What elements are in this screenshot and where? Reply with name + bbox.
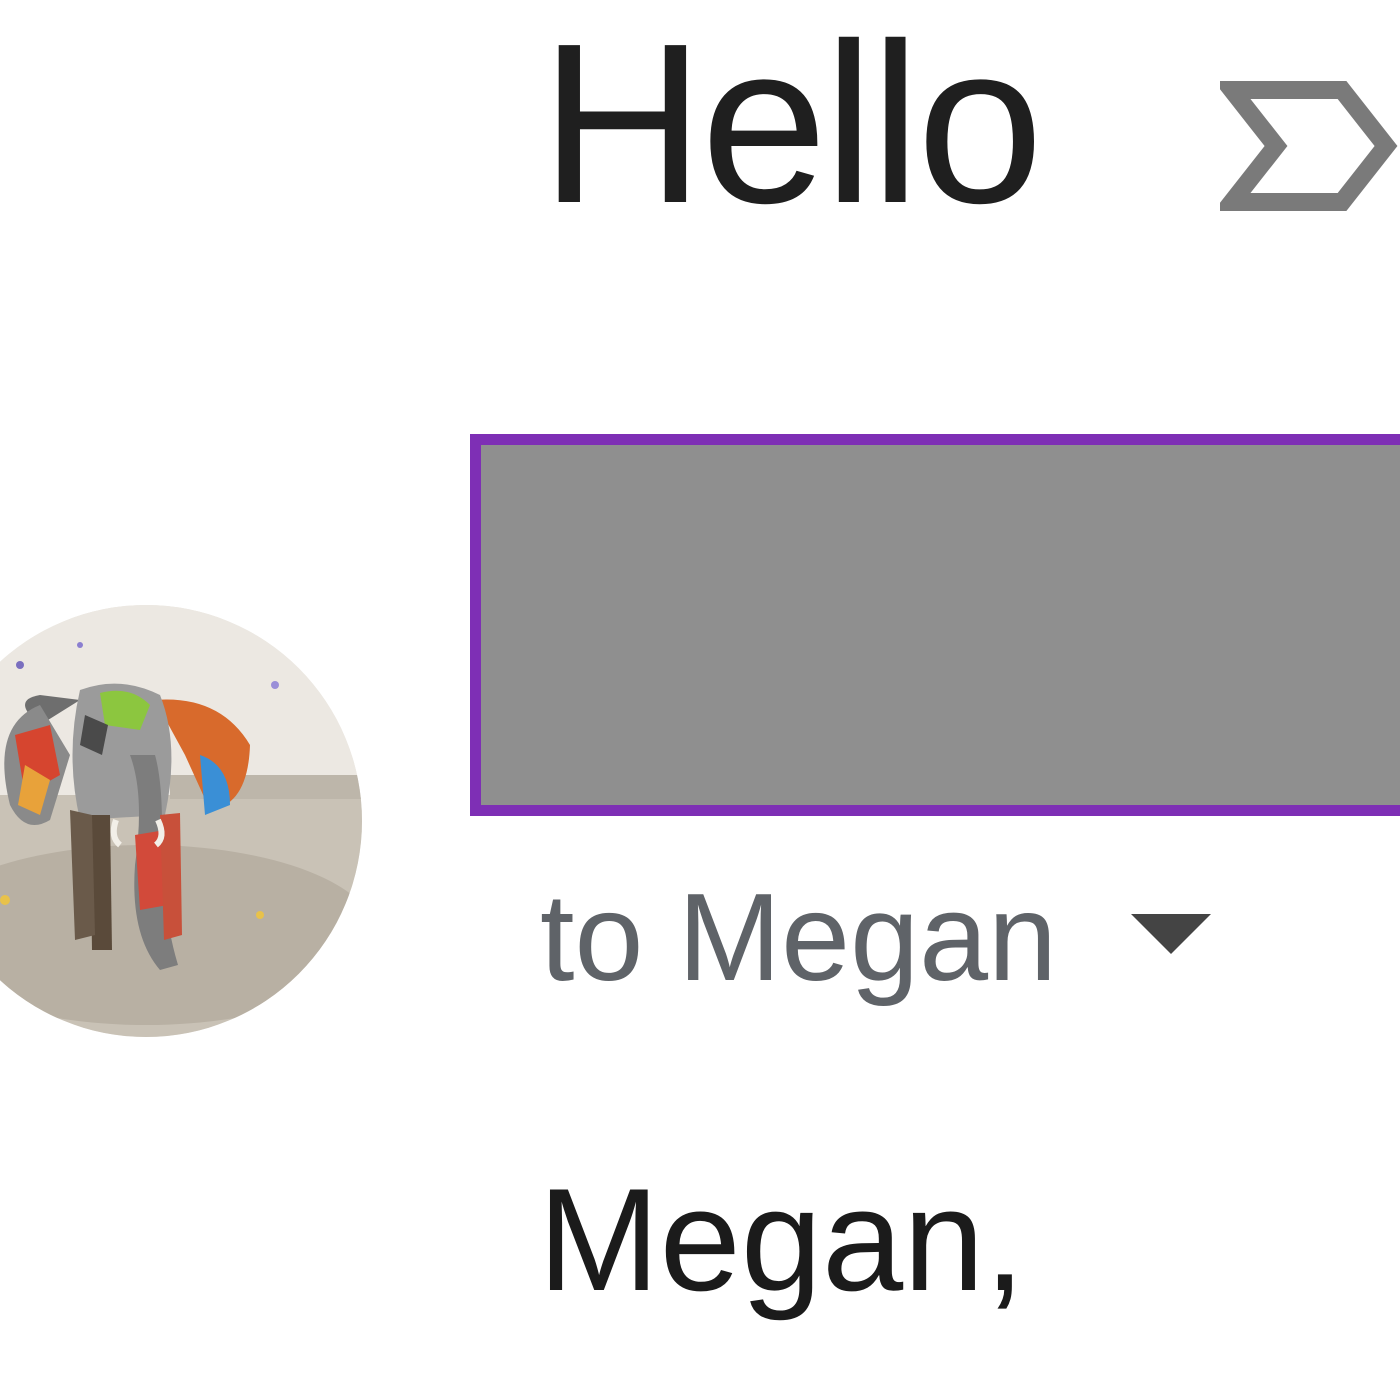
chevron-down-icon[interactable] <box>1131 914 1212 954</box>
redacted-sender-name <box>470 434 1400 816</box>
recipient-label: to Megan <box>540 869 1058 1007</box>
sender-avatar[interactable] <box>0 605 362 1037</box>
recipient-details-toggle[interactable]: to Megan <box>540 868 1212 1008</box>
email-subject: Hello <box>540 0 1044 251</box>
important-marker-icon[interactable] <box>1213 80 1400 212</box>
elephant-avatar-image <box>0 605 362 1037</box>
email-body-greeting: Megan, <box>538 1158 1025 1321</box>
